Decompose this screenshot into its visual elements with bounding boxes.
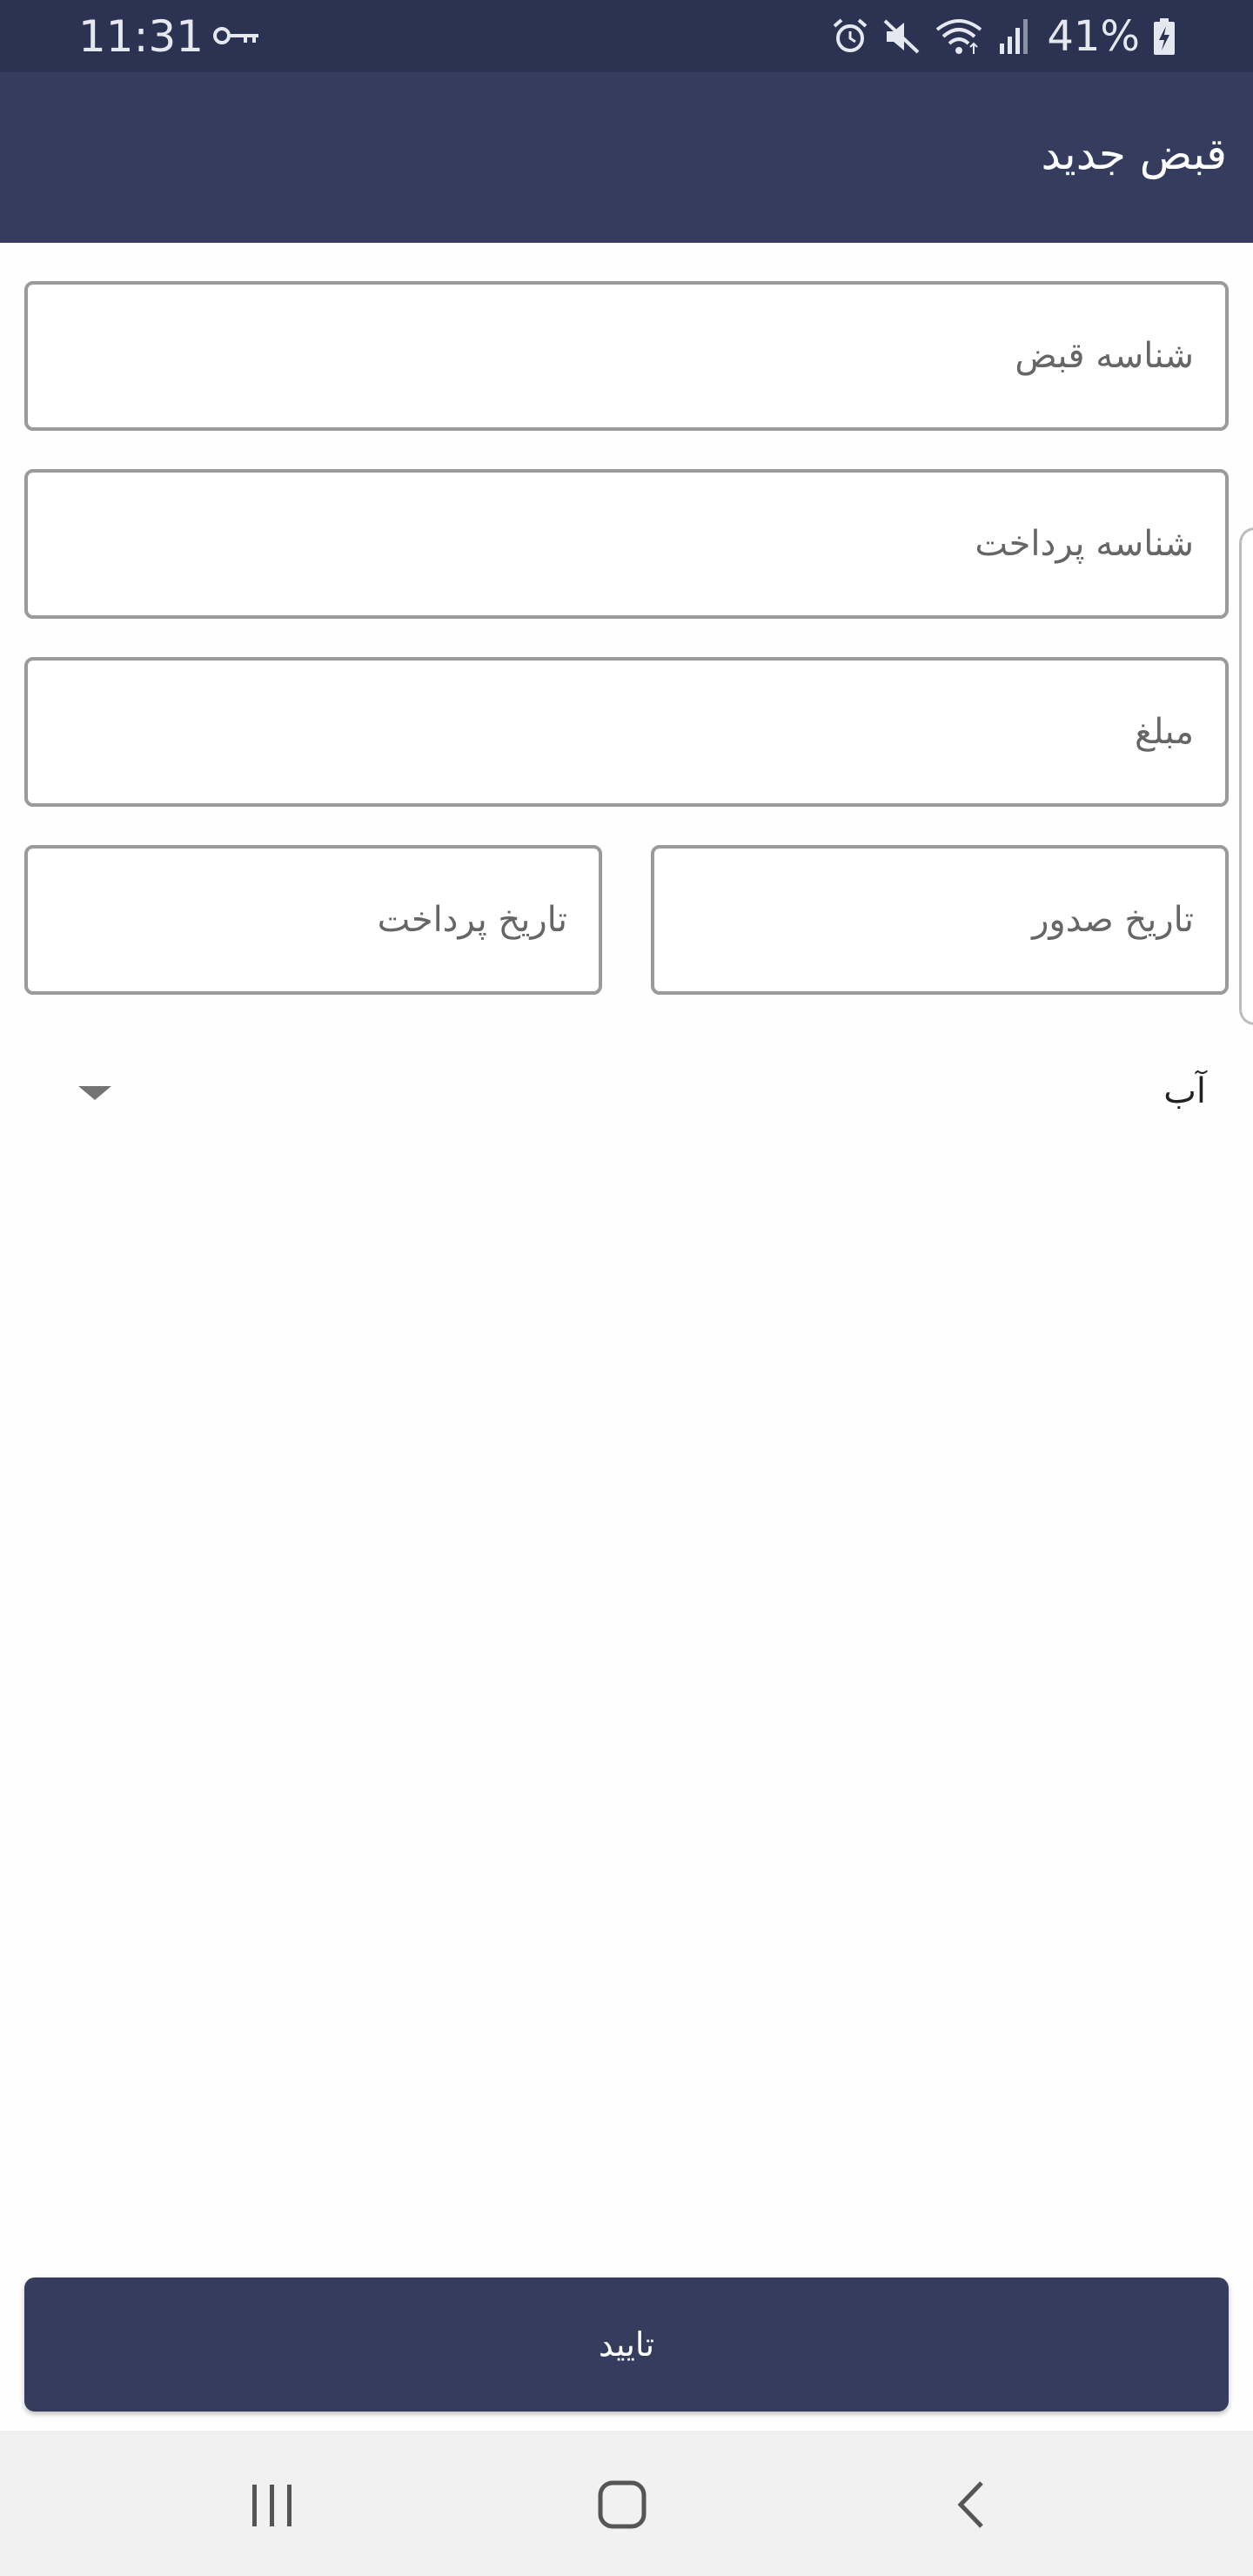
status-bar: 11:31 41% xyxy=(0,0,1253,72)
payment-date-field xyxy=(24,845,602,995)
submit-button[interactable]: تایید xyxy=(24,2277,1229,2412)
page-title: قبض جدید xyxy=(1041,129,1227,179)
payment-id-field xyxy=(24,469,1229,619)
bill-type-dropdown[interactable]: آب xyxy=(66,1053,1215,1131)
bill-id-field xyxy=(24,281,1229,431)
battery-charging-icon xyxy=(1154,18,1175,55)
back-button[interactable] xyxy=(933,2465,1011,2544)
bill-type-selected: آب xyxy=(1163,1071,1206,1111)
bill-id-input[interactable] xyxy=(28,285,1225,427)
amount-input[interactable] xyxy=(28,661,1225,803)
app-bar: قبض جدید xyxy=(0,72,1253,243)
amount-field xyxy=(24,657,1229,807)
edge-panel-handle[interactable] xyxy=(1239,527,1253,1025)
wifi-icon xyxy=(936,19,982,54)
alarm-icon xyxy=(833,18,868,52)
status-time: 11:31 xyxy=(78,11,204,62)
mute-icon xyxy=(883,19,920,54)
recent-apps-icon xyxy=(252,2485,291,2526)
issue-date-input[interactable] xyxy=(654,849,1225,991)
recent-apps-button[interactable] xyxy=(233,2465,312,2544)
payment-id-input[interactable] xyxy=(28,473,1225,615)
status-icons: 41% xyxy=(831,10,1176,63)
navigation-bar xyxy=(0,2431,1253,2576)
payment-date-input[interactable] xyxy=(28,849,599,991)
signal-icon xyxy=(1000,19,1029,54)
vpn-key-icon xyxy=(213,27,258,44)
battery-percent: 41% xyxy=(1047,12,1140,61)
dropdown-arrow-icon xyxy=(78,1086,111,1100)
home-button[interactable] xyxy=(583,2465,661,2544)
home-icon xyxy=(598,2480,647,2529)
issue-date-field xyxy=(651,845,1229,995)
back-icon xyxy=(957,2481,983,2528)
